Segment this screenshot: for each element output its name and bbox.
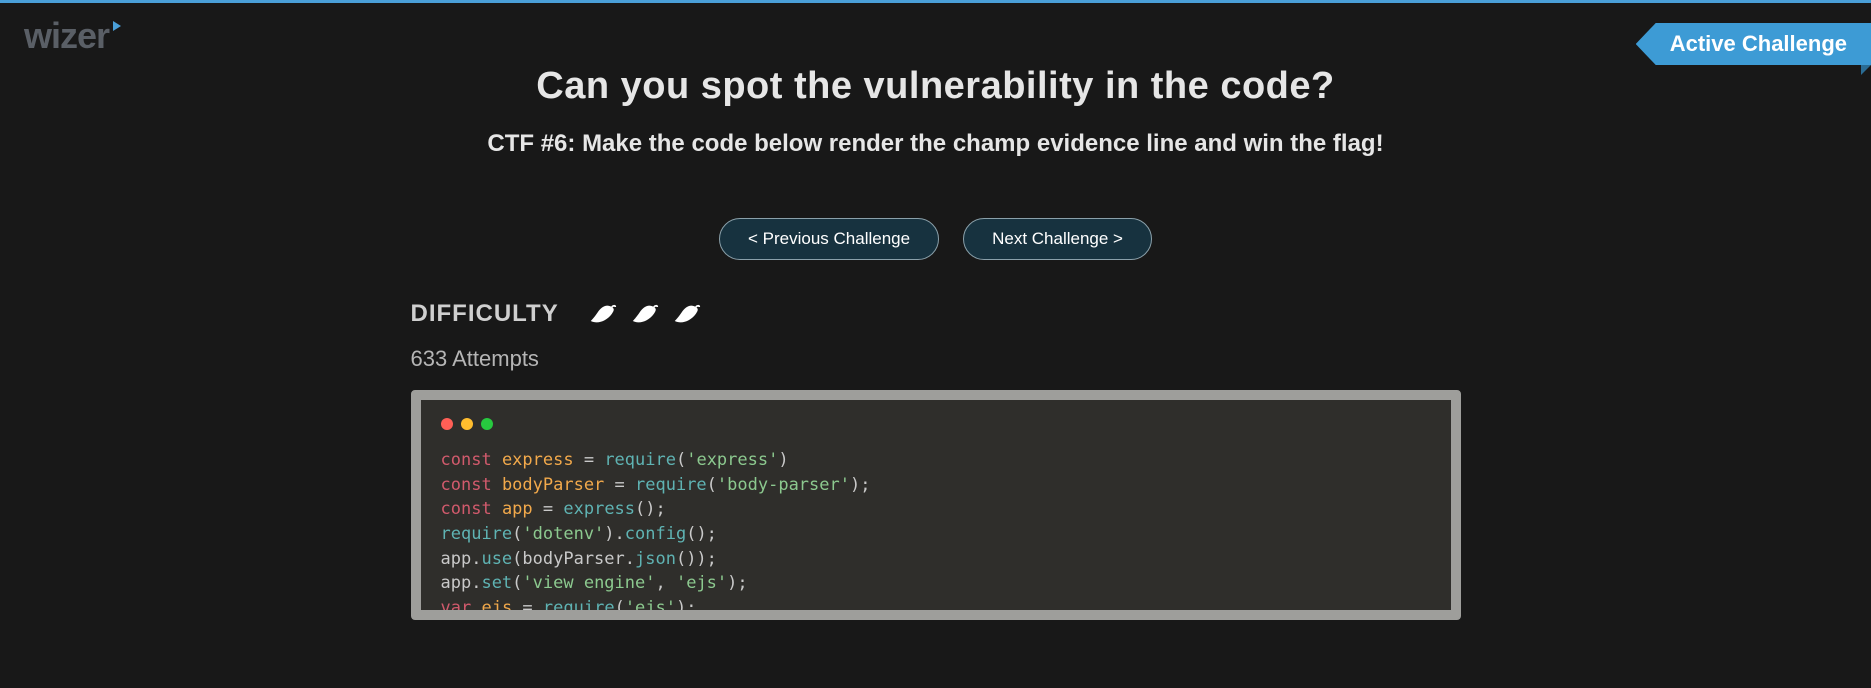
badge-label: Active Challenge [1636, 23, 1871, 65]
code-editor: const express = require('express') const… [411, 390, 1461, 620]
next-challenge-button[interactable]: Next Challenge > [963, 218, 1152, 260]
code-content: const express = require('express') const… [441, 448, 1431, 620]
minimize-dot-icon [461, 418, 473, 430]
pepper-icon [589, 302, 617, 326]
difficulty-label: DIFFICULTY [411, 300, 559, 328]
pepper-icon [673, 302, 701, 326]
close-dot-icon [441, 418, 453, 430]
logo-play-icon [113, 21, 121, 31]
active-challenge-badge: Active Challenge [1636, 23, 1871, 65]
attempts-suffix: Attempts [452, 346, 539, 371]
difficulty-peppers [589, 302, 701, 326]
previous-challenge-button[interactable]: < Previous Challenge [719, 218, 939, 260]
attempts-text: 633 Attempts [411, 346, 1461, 372]
pepper-icon [631, 302, 659, 326]
page-title: Can you spot the vulnerability in the co… [0, 65, 1871, 108]
attempts-count: 633 [411, 346, 448, 371]
window-controls [441, 418, 1431, 430]
brand-name: wizer [24, 15, 109, 57]
brand-logo[interactable]: wizer [24, 15, 121, 57]
badge-tail [1861, 65, 1871, 75]
page-subtitle: CTF #6: Make the code below render the c… [0, 130, 1871, 158]
maximize-dot-icon [481, 418, 493, 430]
